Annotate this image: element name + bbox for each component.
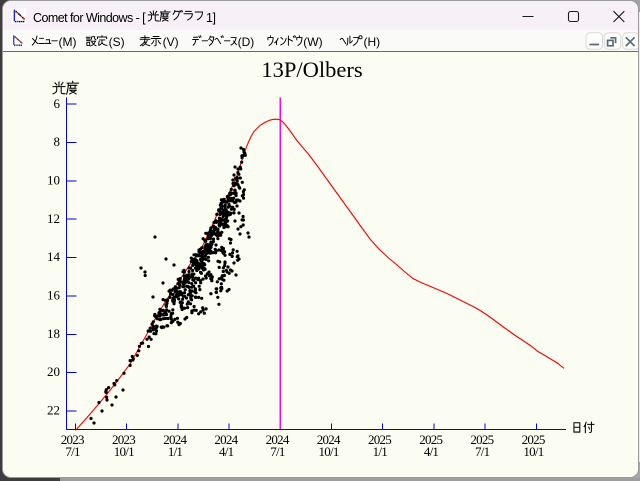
svg-text:13P/Olbers: 13P/Olbers: [261, 57, 362, 82]
svg-text:7/1: 7/1: [270, 444, 285, 459]
svg-text:10/1: 10/1: [319, 444, 339, 459]
svg-text:10/1: 10/1: [114, 444, 134, 459]
svg-text:12: 12: [47, 211, 60, 226]
svg-text:20: 20: [47, 364, 60, 379]
svg-text:10/1: 10/1: [523, 444, 543, 459]
svg-text:4/1: 4/1: [424, 444, 439, 459]
svg-text:6: 6: [54, 96, 61, 111]
svg-text:18: 18: [47, 326, 60, 341]
svg-text:16: 16: [47, 288, 61, 303]
svg-text:10: 10: [47, 173, 60, 188]
svg-text:8: 8: [54, 134, 61, 149]
svg-text:22: 22: [47, 403, 60, 418]
svg-text:1/1: 1/1: [168, 444, 183, 459]
svg-text:7/1: 7/1: [65, 444, 80, 459]
svg-text:1/1: 1/1: [373, 444, 388, 459]
svg-text:7/1: 7/1: [475, 444, 490, 459]
svg-text:4/1: 4/1: [219, 444, 234, 459]
svg-text:14: 14: [47, 249, 61, 264]
